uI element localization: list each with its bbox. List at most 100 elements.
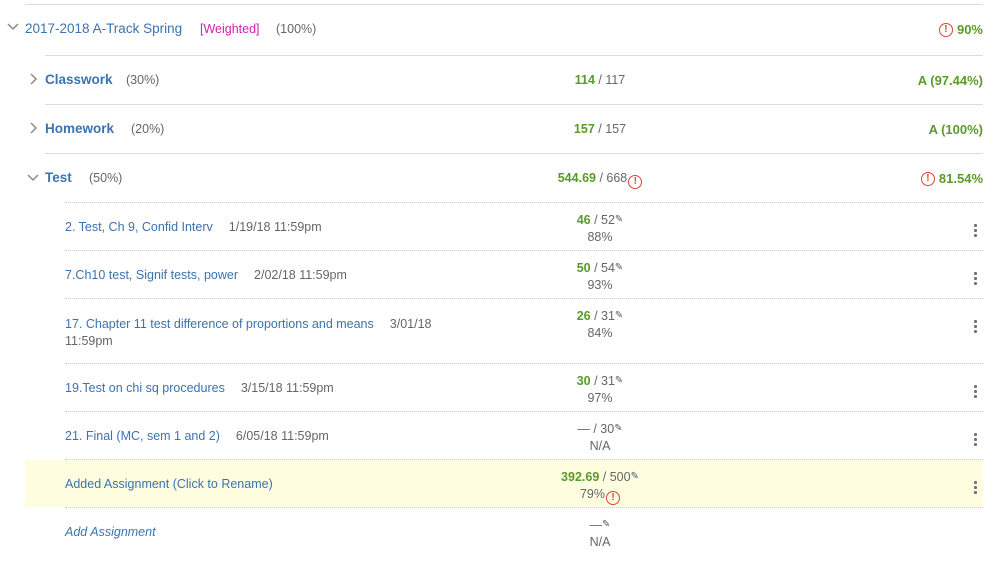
divider xyxy=(45,153,983,154)
possible-points: / 30 xyxy=(589,422,615,436)
assignment-score: 30 / 31✎ 97% xyxy=(500,372,700,407)
category-grade-value: 81.54% xyxy=(938,171,983,186)
divider xyxy=(65,411,983,412)
chevron-down-icon[interactable] xyxy=(7,23,19,31)
chevron-down-icon[interactable] xyxy=(27,174,39,182)
more-options-icon[interactable] xyxy=(974,481,977,496)
category-weight: (50%) xyxy=(89,171,123,185)
possible-points: / 31 xyxy=(590,374,615,388)
possible-points: / 668 xyxy=(595,171,628,185)
assignment-name-row: 17. Chapter 11 test difference of propor… xyxy=(65,316,455,350)
chevron-right-icon[interactable] xyxy=(30,122,38,134)
due-date: 2/02/18 11:59pm xyxy=(254,268,347,282)
assignment-name-row: 21. Final (MC, sem 1 and 2) 6/05/18 11:59… xyxy=(65,429,329,443)
more-options-icon[interactable] xyxy=(974,385,977,400)
earned-points: 544.69 xyxy=(557,171,596,185)
due-date: 3/01/18 xyxy=(389,317,432,331)
divider xyxy=(65,298,983,299)
category-weight: (30%) xyxy=(126,73,160,87)
add-assignment-score: —✎ N/A xyxy=(500,516,700,551)
pencil-icon[interactable]: ✎ xyxy=(615,372,623,389)
assignment-score: 46 / 52✎ 88% xyxy=(500,211,700,246)
earned-points[interactable]: 30 xyxy=(577,374,591,388)
pencil-icon[interactable]: ✎ xyxy=(602,516,610,533)
earned-points: 114 xyxy=(574,73,595,87)
possible-points: / 117 xyxy=(594,73,626,87)
assignment-name[interactable]: 21. Final (MC, sem 1 and 2) xyxy=(65,429,220,443)
assignment-percent: 88% xyxy=(587,230,613,244)
warning-icon[interactable]: ! xyxy=(628,175,643,189)
divider xyxy=(65,459,983,460)
pencil-icon[interactable]: ✎ xyxy=(631,468,639,485)
category-score: 157 / 157 xyxy=(500,122,700,136)
weighted-badge: [Weighted] xyxy=(200,22,260,36)
divider xyxy=(45,104,983,105)
divider xyxy=(25,4,983,5)
pencil-icon[interactable]: ✎ xyxy=(615,307,623,324)
pencil-icon[interactable]: ✎ xyxy=(615,259,623,276)
assignment-name[interactable]: Added Assignment (Click to Rename) xyxy=(65,477,273,491)
category-weight: (20%) xyxy=(131,122,165,136)
earned-points[interactable]: — xyxy=(590,518,603,532)
assignment-score: — / 30✎ N/A xyxy=(500,420,700,455)
assignment-score: 50 / 54✎ 93% xyxy=(500,259,700,294)
category-name[interactable]: Classwork xyxy=(45,72,113,87)
chevron-right-icon[interactable] xyxy=(30,73,38,85)
assignment-percent: N/A xyxy=(589,439,611,453)
assignment-percent: 84% xyxy=(587,326,613,340)
due-date: 3/15/18 11:59pm xyxy=(240,381,334,395)
assignment-score: 392.69 / 500✎ 79%! xyxy=(500,468,700,505)
add-assignment-link[interactable]: Add Assignment xyxy=(65,525,156,539)
more-options-icon[interactable] xyxy=(974,272,977,287)
earned-points[interactable]: 50 xyxy=(577,261,591,275)
possible-points: / 52 xyxy=(590,213,615,227)
category-row-homework: Homework (20%) 157 / 157 A (100%) xyxy=(0,118,1004,142)
possible-points: / 500 xyxy=(599,470,631,484)
due-date: 6/05/18 11:59pm xyxy=(235,429,329,443)
assignment-row-added: Added Assignment (Click to Rename) 392.6… xyxy=(0,467,1004,507)
more-options-icon[interactable] xyxy=(974,320,977,335)
pencil-icon[interactable]: ✎ xyxy=(615,211,623,228)
due-date: 1/19/18 11:59pm xyxy=(228,220,322,234)
warning-icon[interactable]: ! xyxy=(920,171,935,186)
divider xyxy=(65,250,983,251)
more-options-icon[interactable] xyxy=(974,224,977,239)
possible-points: / 31 xyxy=(590,309,615,323)
assignment-percent: 97% xyxy=(587,391,613,405)
divider xyxy=(45,55,983,56)
earned-points[interactable]: 26 xyxy=(577,309,591,323)
assignment-row: 2. Test, Ch 9, Confid Interv 1/19/18 11:5… xyxy=(0,210,1004,250)
category-grade: A (100%) xyxy=(928,122,983,137)
pencil-icon[interactable]: ✎ xyxy=(614,420,622,437)
assignment-name[interactable]: 7.Ch10 test, Signif tests, power xyxy=(65,268,238,282)
assignment-name-row: 19.Test on chi sq procedures 3/15/18 11:5… xyxy=(65,381,334,395)
category-grade: A (97.44%) xyxy=(917,73,983,88)
assignment-name[interactable]: 2. Test, Ch 9, Confid Interv xyxy=(65,220,213,234)
term-weight: (100%) xyxy=(276,22,317,36)
assignment-name-row: 2. Test, Ch 9, Confid Interv 1/19/18 11:5… xyxy=(65,220,322,234)
assignment-percent: 93% xyxy=(587,278,613,292)
term-grade-value: 90% xyxy=(956,22,983,37)
category-row-classwork: Classwork (30%) 114 / 117 A (97.44%) xyxy=(0,69,1004,93)
term-row: 2017-2018 A-Track Spring [Weighted] (100… xyxy=(0,18,1004,42)
due-time: 11:59pm xyxy=(65,334,113,348)
warning-icon[interactable]: ! xyxy=(938,22,953,37)
category-name[interactable]: Homework xyxy=(45,121,114,136)
category-score: 544.69 / 668! xyxy=(500,171,700,189)
term-title[interactable]: 2017-2018 A-Track Spring xyxy=(25,21,182,36)
category-name[interactable]: Test xyxy=(45,170,72,185)
assignment-name[interactable]: 17. Chapter 11 test difference of propor… xyxy=(65,317,374,331)
assignment-name[interactable]: 19.Test on chi sq procedures xyxy=(65,381,225,395)
earned-points: 157 xyxy=(573,122,595,136)
assignment-row: 19.Test on chi sq procedures 3/15/18 11:5… xyxy=(0,371,1004,411)
possible-points: / 54 xyxy=(590,261,615,275)
earned-points[interactable]: 46 xyxy=(577,213,591,227)
earned-points[interactable]: 392.69 xyxy=(561,470,599,484)
earned-points[interactable]: — xyxy=(577,422,590,436)
assignment-score: 26 / 31✎ 84% xyxy=(500,307,700,342)
divider xyxy=(65,507,983,508)
warning-icon[interactable]: ! xyxy=(606,491,621,505)
more-options-icon[interactable] xyxy=(974,433,977,448)
divider xyxy=(65,202,983,203)
assignment-percent: N/A xyxy=(589,535,611,549)
